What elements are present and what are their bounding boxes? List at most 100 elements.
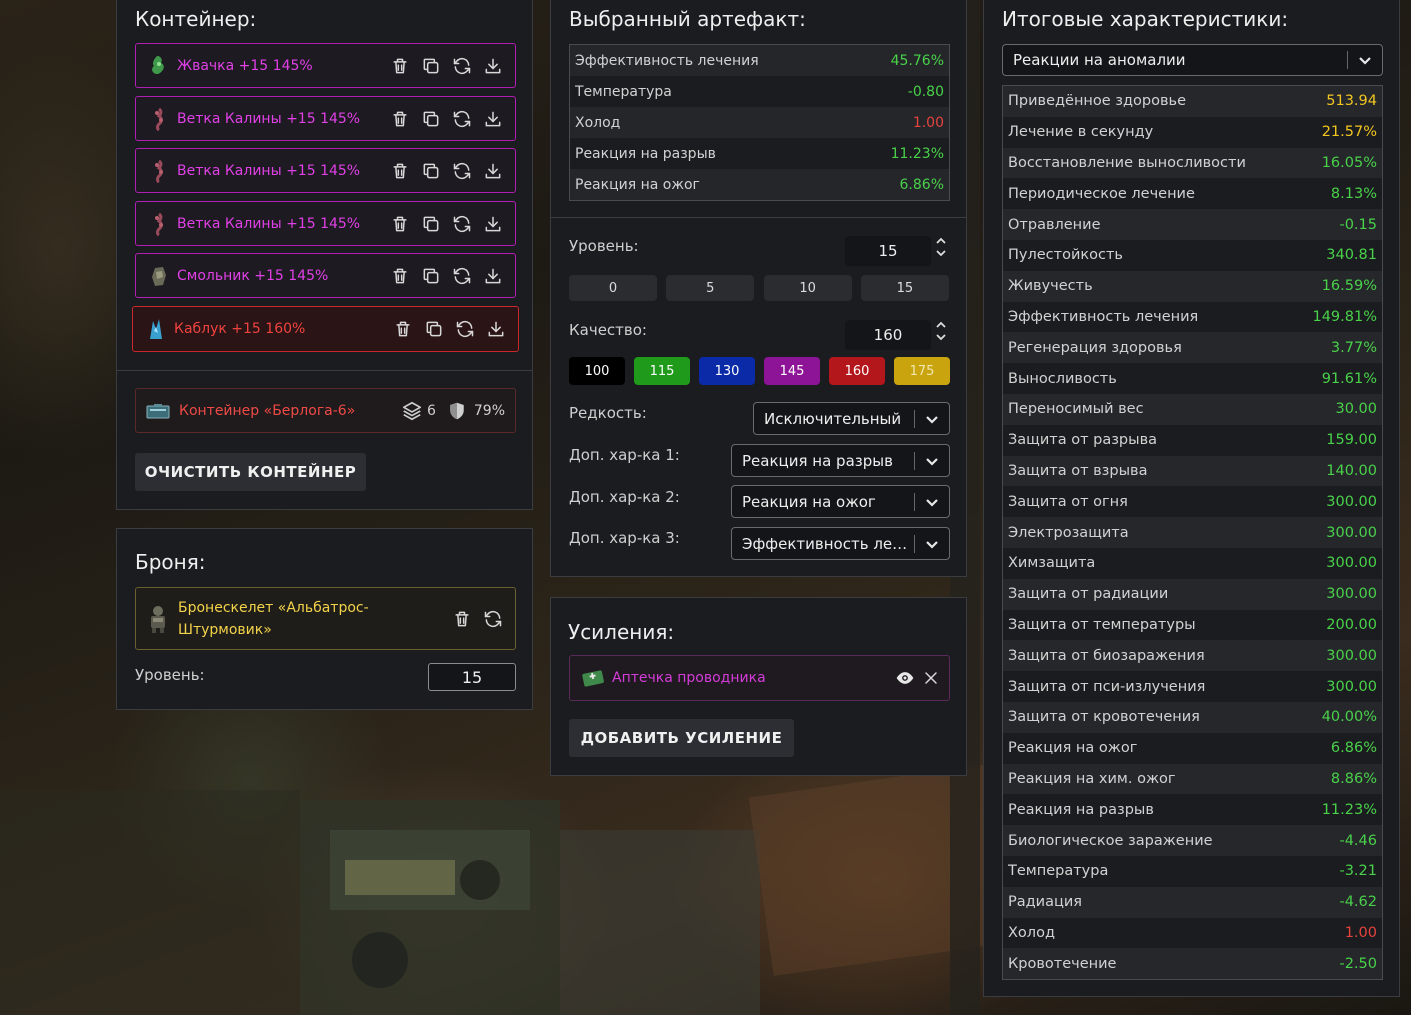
armor-level-input[interactable]: 15 [428, 663, 516, 691]
replace-icon[interactable] [450, 54, 474, 78]
chevron-up-icon[interactable] [935, 320, 947, 329]
copy-icon[interactable] [422, 317, 446, 341]
container-item-actions [388, 54, 505, 78]
chevron-down-icon[interactable] [915, 536, 949, 552]
totals-label: Химзащита [1008, 555, 1096, 572]
container-item-actions [388, 212, 505, 236]
shield-icon [448, 401, 466, 421]
quality-preset-button[interactable]: 145 [764, 357, 820, 385]
extra3-select[interactable]: Эффективность лечения [731, 527, 950, 560]
totals-value: -0.15 [1339, 216, 1377, 233]
divider [551, 217, 966, 218]
stat-value: 1.00 [912, 114, 944, 131]
replace-icon[interactable] [453, 317, 477, 341]
totals-row: Пулестойкость 340.81 [1003, 239, 1382, 271]
container-item[interactable]: Жвачка +15 145% [135, 43, 516, 88]
replace-icon[interactable] [450, 212, 474, 236]
quality-preset-button[interactable]: 175 [894, 357, 950, 385]
delete-icon[interactable] [388, 264, 412, 288]
download-icon[interactable] [481, 212, 505, 236]
delete-icon[interactable] [450, 607, 474, 631]
delete-icon[interactable] [388, 159, 412, 183]
level-preset-button[interactable]: 10 [763, 275, 852, 301]
add-boost-button[interactable]: ДОБАВИТЬ УСИЛЕНИЕ [569, 719, 794, 757]
replace-icon[interactable] [450, 264, 474, 288]
copy-icon[interactable] [419, 107, 443, 131]
boost-item[interactable]: Аптечка проводника [569, 655, 950, 701]
delete-icon[interactable] [388, 54, 412, 78]
download-icon[interactable] [481, 264, 505, 288]
gum-artifact-icon [149, 54, 169, 78]
chevron-down-icon[interactable] [915, 494, 949, 510]
quality-stepper[interactable] [935, 320, 947, 342]
chevron-down-icon[interactable] [1348, 52, 1382, 68]
eye-icon[interactable] [893, 666, 917, 690]
copy-icon[interactable] [419, 264, 443, 288]
totals-filter-select[interactable]: Реакции на аномалии [1002, 44, 1383, 76]
chevron-down-icon[interactable] [935, 333, 947, 342]
chevron-down-icon[interactable] [915, 411, 949, 427]
download-icon[interactable] [481, 107, 505, 131]
totals-value: 300.00 [1326, 647, 1377, 664]
totals-label: Холод [1008, 924, 1055, 941]
download-icon[interactable] [484, 317, 508, 341]
stat-label: Реакция на ожог [575, 176, 700, 193]
level-input[interactable]: 15 [845, 236, 931, 266]
quality-input[interactable]: 160 [845, 320, 931, 350]
totals-row: Электрозащита 300.00 [1003, 517, 1382, 548]
delete-icon[interactable] [391, 317, 415, 341]
close-icon[interactable] [919, 666, 943, 690]
totals-row: Радиация -4.62 [1003, 886, 1382, 918]
copy-icon[interactable] [419, 54, 443, 78]
branch-artifact-icon [149, 107, 169, 131]
download-icon[interactable] [481, 54, 505, 78]
container-item[interactable]: Каблук +15 160% [132, 306, 519, 352]
container-item[interactable]: Ветка Калины +15 145% [135, 201, 516, 246]
totals-row: Регенерация здоровья 3.77% [1003, 332, 1382, 364]
chevron-down-icon[interactable] [915, 453, 949, 469]
quality-preset-button[interactable]: 115 [634, 357, 690, 385]
totals-value: 8.86% [1330, 770, 1377, 787]
quality-preset-button[interactable]: 100 [569, 357, 625, 385]
totals-row: Защита от взрыва 140.00 [1003, 455, 1382, 487]
copy-icon[interactable] [419, 159, 443, 183]
container-item-name: Ветка Калины +15 145% [177, 215, 361, 232]
totals-label: Защита от температуры [1008, 616, 1196, 633]
resin-artifact-icon [149, 264, 169, 288]
quality-preset-button[interactable]: 160 [829, 357, 885, 385]
container-panel: Контейнер: Жвачка +15 145% Ветка Калины … [116, 0, 533, 510]
level-preset-button[interactable]: 0 [569, 275, 657, 301]
copy-icon[interactable] [419, 212, 443, 236]
quality-preset-button[interactable]: 130 [699, 357, 755, 385]
container-item[interactable]: Ветка Калины +15 145% [135, 96, 516, 141]
extra2-value: Реакция на ожог [742, 492, 876, 511]
container-item[interactable]: Ветка Калины +15 145% [135, 148, 516, 193]
totals-value: -2.50 [1339, 955, 1377, 972]
extra1-select[interactable]: Реакция на разрыв [731, 444, 950, 477]
level-preset-button[interactable]: 15 [860, 275, 949, 301]
extra2-select[interactable]: Реакция на ожог [731, 485, 950, 518]
stat-label: Реакция на разрыв [575, 145, 716, 162]
clear-container-button[interactable]: ОЧИСТИТЬ КОНТЕЙНЕР [135, 453, 366, 491]
chevron-up-icon[interactable] [935, 236, 947, 245]
chevron-down-icon[interactable] [935, 249, 947, 258]
level-label: Уровень: [569, 237, 639, 255]
totals-row: Периодическое лечение 8.13% [1003, 178, 1382, 210]
totals-table: Приведённое здоровье 513.94 Лечение в сек… [1002, 85, 1383, 981]
armor-card[interactable]: Бронескелет «Альбатрос-Штурмовик» [135, 587, 516, 650]
slots-count: 6 [426, 402, 436, 419]
replace-icon[interactable] [450, 107, 474, 131]
container-title: Контейнер: [135, 7, 257, 31]
replace-icon[interactable] [481, 607, 505, 631]
container-card[interactable]: Контейнер «Берлога-6» 6 79% [135, 388, 516, 433]
delete-icon[interactable] [388, 212, 412, 236]
replace-icon[interactable] [450, 159, 474, 183]
totals-value: 513.94 [1326, 93, 1377, 110]
totals-label: Отравление [1008, 216, 1101, 233]
rarity-select[interactable]: Исключительный [753, 402, 950, 435]
download-icon[interactable] [481, 159, 505, 183]
level-stepper[interactable] [935, 236, 947, 258]
delete-icon[interactable] [388, 107, 412, 131]
container-item[interactable]: Смольник +15 145% [135, 253, 516, 298]
level-preset-button[interactable]: 5 [666, 275, 755, 301]
